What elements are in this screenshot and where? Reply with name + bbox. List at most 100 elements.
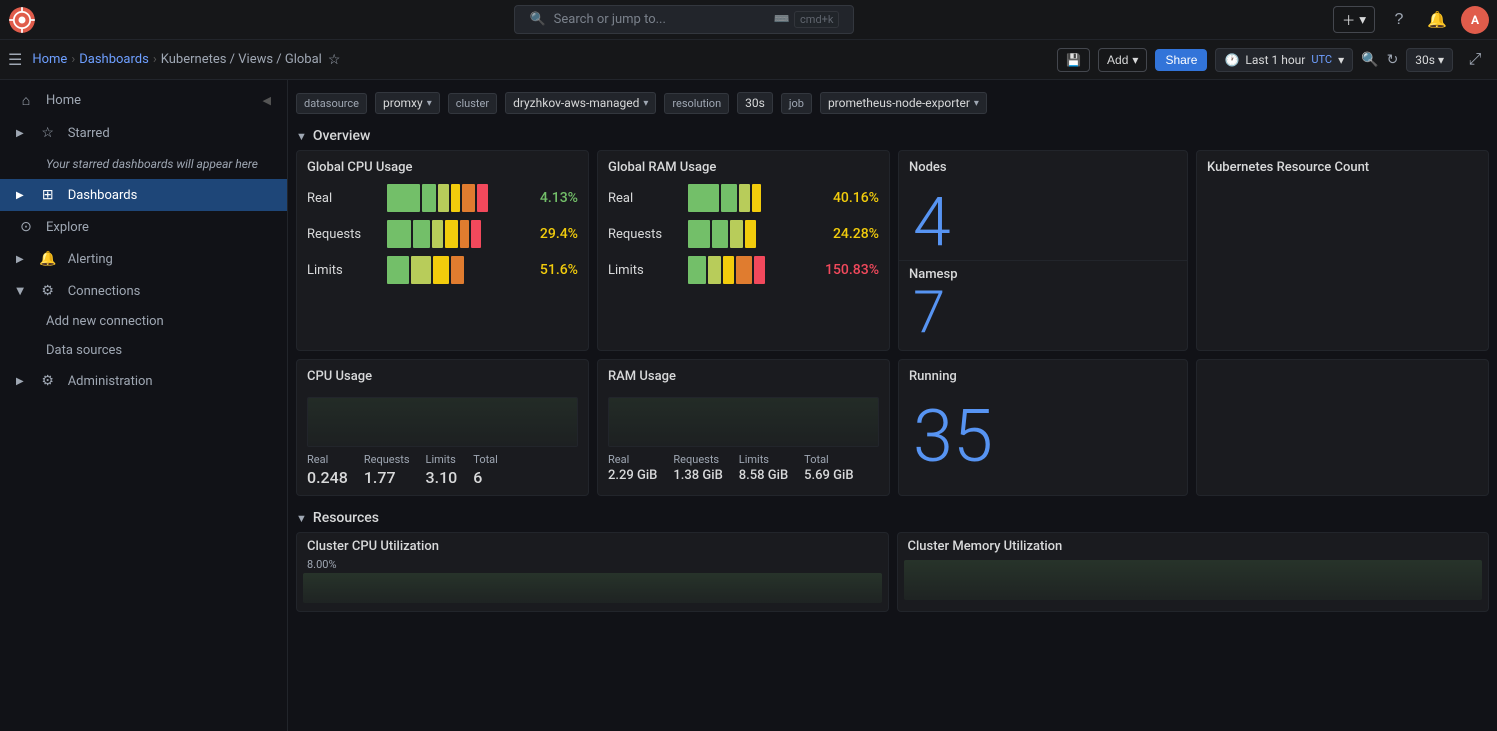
ram-real-label: Real — [608, 191, 678, 206]
starred-empty-message: Your starred dashboards will appear here — [0, 149, 287, 179]
new-item-button[interactable]: ＋ ▾ — [1333, 6, 1375, 33]
refresh-interval-arrow: ▾ — [1438, 53, 1444, 67]
dashboards-label: Dashboards — [68, 188, 271, 203]
resolution-filter-label: resolution — [664, 93, 729, 114]
resources-grid: Cluster CPU Utilization 8.00% Cluster Me… — [296, 532, 1489, 612]
ram-requests-row: Requests 24.28% — [598, 216, 889, 252]
cpu-limits-value: 51.6% — [508, 262, 578, 278]
zoom-out-button[interactable]: 🔍 — [1361, 51, 1378, 68]
ram-stat-requests-value: 1.38 GiB — [673, 468, 722, 483]
breadcrumb-sep-1: › — [71, 52, 75, 67]
ram-real-value: 40.16% — [809, 190, 879, 206]
toolbar-left: ☰ Home › Dashboards › Kubernetes / Views… — [8, 50, 340, 70]
ram-bar-8 — [745, 220, 756, 248]
cpu-stat-total: Total 6 — [473, 453, 498, 487]
plus-icon: ＋ — [1342, 10, 1355, 29]
bar-seg-1 — [387, 184, 420, 212]
topbar-right: ＋ ▾ ? 🔔 A — [1333, 6, 1489, 34]
cpu-stat-requests: Requests 1.77 — [364, 453, 410, 487]
k8s-resource-chart-area — [1197, 180, 1488, 300]
ram-usage-panel-header: RAM Usage ⋯ — [598, 360, 889, 389]
sidebar-item-home[interactable]: ⌂ Home ◀ — [0, 84, 287, 117]
cpu-real-row: Real 4.13% — [297, 180, 588, 216]
global-cpu-title: Global CPU Usage — [307, 160, 412, 175]
ram-requests-value: 24.28% — [809, 226, 879, 242]
resolution-value: 30s — [745, 96, 765, 110]
job-filter-select[interactable]: prometheus-node-exporter ▾ — [820, 92, 987, 114]
ram-bar-10 — [708, 256, 721, 284]
cpu-usage-panel: CPU Usage ⋯ Real 0.248 Requests 1.77 — [296, 359, 589, 496]
sidebar-item-starred[interactable]: ▶ ☆ Starred — [0, 117, 287, 149]
bar-seg-15 — [433, 256, 449, 284]
cpu-stat-requests-label: Requests — [364, 453, 410, 466]
avatar[interactable]: A — [1461, 6, 1489, 34]
sidebar-item-connections[interactable]: ▶ ⚙ Connections — [0, 275, 287, 307]
save-dashboard-button[interactable]: 💾 — [1057, 48, 1090, 72]
cpu-limits-label: Limits — [307, 263, 377, 278]
ram-bar-2 — [721, 184, 737, 212]
sidebar-item-label: Home — [46, 93, 253, 108]
cpu-requests-bar — [387, 220, 498, 248]
ram-stat-real-value: 2.29 GiB — [608, 468, 657, 483]
sidebar-item-add-connection[interactable]: Add new connection — [0, 307, 287, 336]
sidebar-item-dashboards[interactable]: ▶ ⊞ Dashboards — [0, 179, 287, 211]
breadcrumb-home[interactable]: Home — [32, 52, 67, 67]
star-icon: ☆ — [38, 125, 58, 141]
add-panel-button[interactable]: Add ▾ — [1098, 48, 1147, 72]
cluster-filter-select[interactable]: dryzhkov-aws-managed ▾ — [505, 92, 656, 114]
resources-section-title: Resources — [313, 510, 379, 526]
ram-real-bar — [688, 184, 799, 212]
overview-section-header[interactable]: ▼ Overview — [296, 122, 1489, 150]
toolbar-right: 💾 Add ▾ Share 🕐 Last 1 hour UTC ▾ 🔍 ↻ 30… — [1057, 46, 1489, 74]
sidebar-item-data-sources[interactable]: Data sources — [0, 336, 287, 365]
ram-usage-panel: RAM Usage ⋯ Real 2.29 GiB Requests 1.38 … — [597, 359, 890, 496]
resources-section-header[interactable]: ▼ Resources — [296, 504, 1489, 532]
global-ram-title: Global RAM Usage — [608, 160, 716, 175]
sidebar-item-alerting[interactable]: ▶ 🔔 Alerting — [0, 243, 287, 275]
star-dashboard-button[interactable]: ☆ — [328, 51, 341, 68]
time-range-picker[interactable]: 🕐 Last 1 hour UTC ▾ — [1215, 48, 1353, 72]
second-row-grid: CPU Usage ⋯ Real 0.248 Requests 1.77 — [296, 359, 1489, 496]
cpu-stat-real-value: 0.248 — [307, 468, 348, 487]
dashboards-toggle-arrow: ▶ — [16, 190, 24, 201]
namesp-value: 7 — [899, 282, 1187, 350]
plus-arrow: ▾ — [1359, 12, 1366, 28]
breadcrumb-current: Kubernetes / Views / Global — [161, 52, 322, 67]
help-button[interactable]: ? — [1385, 6, 1413, 34]
refresh-interval-selector[interactable]: 30s ▾ — [1406, 48, 1453, 72]
sidebar-item-administration[interactable]: ▶ ⚙ Administration — [0, 365, 287, 397]
full-screen-button[interactable]: ⤢ — [1461, 46, 1489, 74]
cpu-stat-total-value: 6 — [473, 468, 498, 487]
ram-bar-13 — [754, 256, 765, 284]
ram-usage-title: RAM Usage — [608, 369, 676, 384]
refresh-button[interactable]: ↻ — [1387, 51, 1399, 68]
breadcrumb-dashboards[interactable]: Dashboards — [79, 52, 149, 67]
breadcrumb-sep-2: › — [153, 52, 157, 67]
sidebar-item-explore[interactable]: ⊙ Explore — [0, 211, 287, 243]
ram-bar-4 — [752, 184, 761, 212]
nodes-panel-header: Nodes ⋯ — [899, 151, 1187, 180]
sidebar-toggle-button[interactable]: ☰ — [8, 50, 22, 70]
cpu-requests-value: 29.4% — [508, 226, 578, 242]
save-icon: 💾 — [1066, 53, 1081, 67]
dashboards-icon: ⊞ — [38, 187, 58, 203]
cluster-cpu-util-title: Cluster CPU Utilization — [307, 539, 439, 554]
cpu-real-label: Real — [307, 191, 377, 206]
ram-bar-6 — [712, 220, 728, 248]
time-range-value: Last 1 hour — [1245, 53, 1305, 67]
resolution-filter-select[interactable]: 30s — [737, 92, 773, 114]
search-bar[interactable]: 🔍 Search or jump to... ⌨️ cmd+k — [514, 5, 854, 34]
bar-seg-2 — [422, 184, 435, 212]
datasource-filter-select[interactable]: promxy ▾ — [375, 92, 440, 114]
bar-seg-5 — [462, 184, 475, 212]
job-filter-label: job — [781, 93, 812, 114]
bar-seg-9 — [432, 220, 443, 248]
share-button[interactable]: Share — [1155, 49, 1207, 71]
ram-bar-5 — [688, 220, 710, 248]
ram-requests-label: Requests — [608, 227, 678, 242]
notifications-button[interactable]: 🔔 — [1423, 6, 1451, 34]
k8s-resource-title: Kubernetes Resource Count — [1207, 160, 1369, 175]
ram-bar-9 — [688, 256, 706, 284]
cpu-stat-total-label: Total — [473, 453, 498, 466]
ram-stat-real-label: Real — [608, 453, 657, 466]
